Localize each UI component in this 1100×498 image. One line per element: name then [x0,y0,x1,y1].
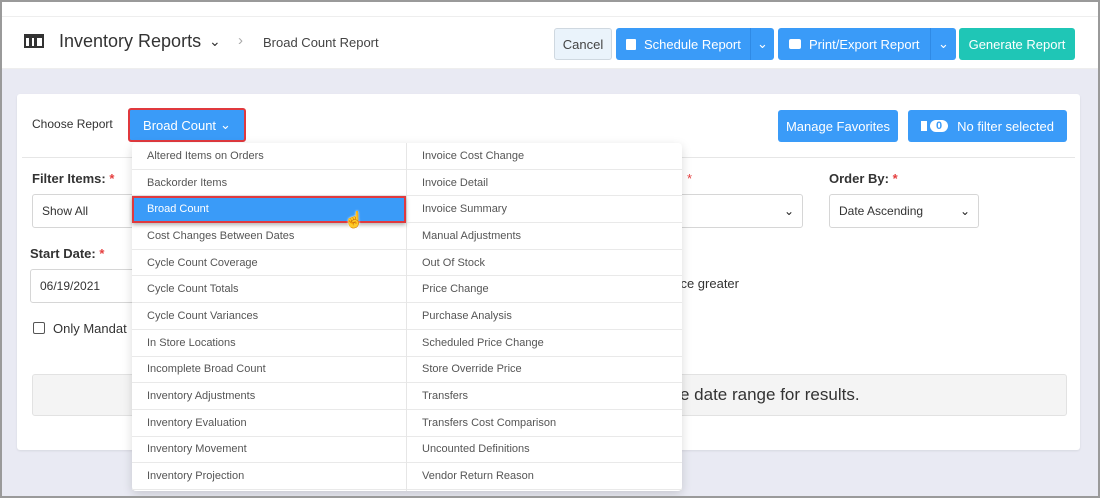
chevron-down-icon: ⌄ [220,117,231,132]
menu-item[interactable]: Inventory Adjustments [132,383,406,410]
menu-column-left: Altered Items on Orders Backorder Items Br… [132,143,407,491]
manage-favorites-button[interactable]: Manage Favorites [778,110,898,142]
menu-item[interactable]: Uncounted Definitions [407,437,682,464]
filter-items-label: Filter Items: * [32,171,115,186]
info-text: e date range for results. [680,385,860,404]
mandatory-checkbox-label: Only Mandat [53,321,127,336]
cancel-button[interactable]: Cancel [554,28,612,60]
menu-item[interactable]: Cycle Count Totals [132,276,406,304]
menu-item[interactable]: In Store Locations [132,330,406,357]
menu-column-right: Invoice Cost Change Invoice Detail Invoice… [407,143,682,491]
menu-item[interactable]: Invoice Summary [407,196,682,224]
calendar-icon [626,38,636,50]
schedule-report-label: Schedule Report [644,36,741,52]
filter-label: No filter selected [957,118,1054,134]
menu-item[interactable]: Cycle Count Coverage [132,250,406,277]
report-dropdown-menu: Altered Items on Orders Backorder Items Br… [132,143,682,491]
menu-item[interactable]: Inventory Projection [132,463,406,490]
page-header: Inventory Reports ⌄ › Broad Count Report… [2,2,1098,68]
printer-icon [789,39,801,49]
menu-item[interactable]: Transfers [407,383,682,410]
breadcrumb-separator-icon: › [238,32,243,49]
start-date-label: Start Date: * [30,246,105,261]
menu-item[interactable]: Vendor Return Reason [407,463,682,490]
mandatory-checkbox[interactable] [33,322,45,334]
menu-item[interactable]: Incomplete Broad Count [132,357,406,384]
menu-item[interactable]: Price Change [407,276,682,304]
filter-button[interactable]: 0 No filter selected [908,110,1067,142]
hand-cursor-icon: ☝ [344,212,364,229]
menu-item[interactable]: Broad Count [132,196,406,224]
menu-item[interactable]: Manual Adjustments [407,223,682,250]
menu-item[interactable]: Inventory Evaluation [132,410,406,437]
order-by-select[interactable]: Date Ascending ⌄ [829,194,979,228]
chevron-down-icon[interactable]: ⌄ [750,28,774,60]
menu-item[interactable]: Altered Items on Orders [132,143,406,170]
filter-count-badge: 0 [930,120,949,132]
print-export-label: Print/Export Report [809,36,920,52]
report-select-button[interactable]: Broad Count ⌄ [128,108,246,142]
building-icon [921,121,928,131]
app-window: Inventory Reports ⌄ › Broad Count Report… [2,2,1098,496]
report-select-label: Broad Count [143,117,217,133]
required-marker: * [687,171,693,186]
menu-item[interactable]: Invoice Detail [407,170,682,197]
menu-item[interactable]: Backorder Items [132,170,406,197]
inventory-icon [24,34,44,48]
menu-item[interactable]: Invoice Cost Change [407,143,682,170]
choose-report-label: Choose Report [32,117,113,131]
menu-item[interactable]: Cost Changes Between Dates [132,223,406,250]
generate-report-button[interactable]: Generate Report [959,28,1075,60]
schedule-report-button[interactable]: Schedule Report ⌄ [616,28,774,60]
print-export-button[interactable]: Print/Export Report ⌄ [778,28,956,60]
menu-item[interactable]: Out Of Stock [407,250,682,277]
menu-item[interactable]: Transfers Cost Comparison [407,410,682,437]
chevron-down-icon[interactable]: ⌄ [930,28,956,60]
menu-item[interactable]: Store Override Price [407,357,682,384]
menu-item[interactable]: Scheduled Price Change [407,330,682,357]
order-by-label: Order By: * [829,171,898,186]
menu-item[interactable]: Cycle Count Variances [132,303,406,330]
breadcrumb: Broad Count Report [263,35,379,50]
menu-item[interactable]: Purchase Analysis [407,303,682,330]
menu-item[interactable]: Inventory Movement [132,437,406,464]
page-title: Inventory Reports [59,31,202,51]
chevron-down-icon[interactable]: ⌄ [209,33,221,50]
